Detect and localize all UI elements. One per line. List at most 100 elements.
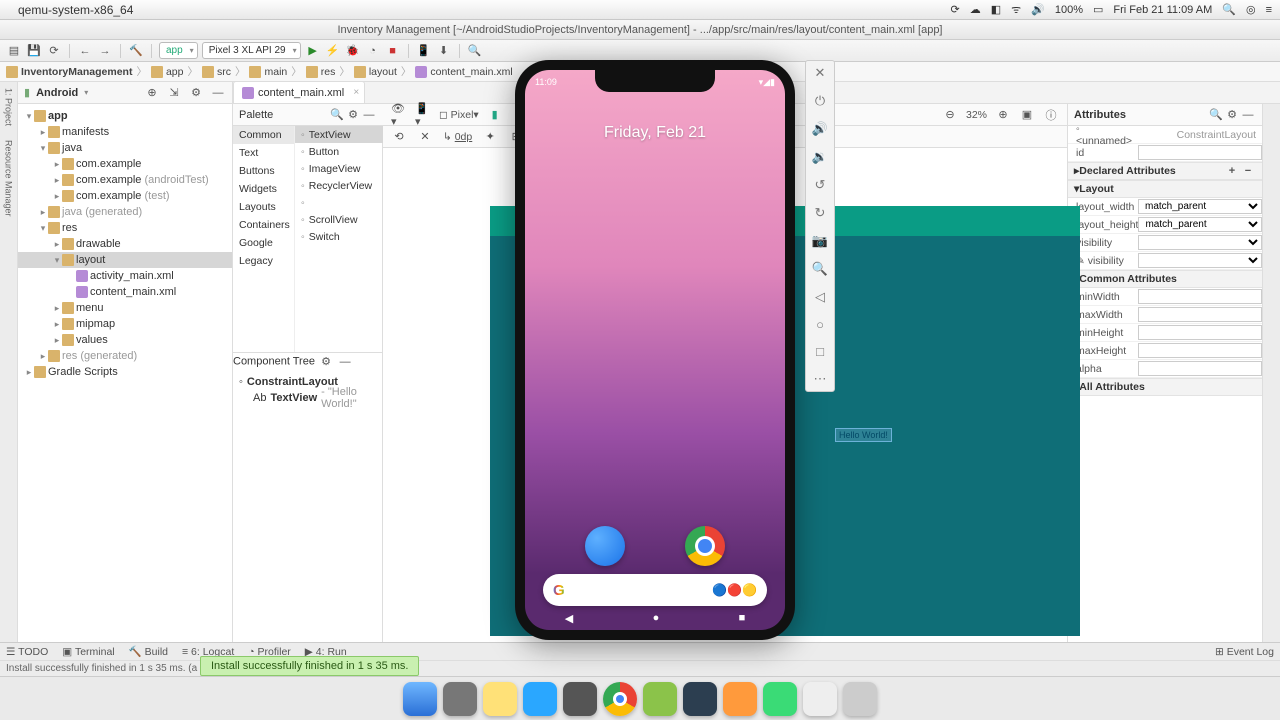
palette-categories[interactable]: CommonTextButtonsWidgetsLayoutsContainer… [233,126,295,352]
palette-category[interactable]: Layouts [233,198,294,216]
back-icon[interactable]: ← [77,43,93,59]
sdk-icon[interactable]: ⬇ [436,43,452,59]
palette-category[interactable]: Google [233,234,294,252]
palette-category[interactable]: Containers [233,216,294,234]
tree-row[interactable]: ▸manifests [18,124,232,140]
crumb[interactable]: res [306,66,336,78]
palette-item[interactable]: ◦ [295,194,383,211]
palette-item[interactable]: ◦ RecyclerView [295,177,383,194]
autoconnect-icon[interactable]: ⟲ [391,129,407,145]
palette-item[interactable]: ◦ Button [295,143,383,160]
tree-row[interactable]: content_main.xml [18,284,232,300]
wifi-icon[interactable]: ᯤ [1011,2,1021,17]
tree-row[interactable]: ▸com.example (androidTest) [18,172,232,188]
crumb[interactable]: content_main.xml [415,66,512,78]
emulator-control-icon[interactable]: ↺ [815,177,826,193]
infer-icon[interactable]: ✦ [482,129,498,145]
spotlight-icon[interactable]: 🔍 [1222,3,1236,16]
siri-icon[interactable]: ◎ [1246,3,1256,16]
notification-icon[interactable]: ≡ [1266,4,1272,16]
chrome-app-icon[interactable] [685,526,725,566]
palette-item[interactable]: ◦ ImageView [295,160,383,177]
zoom-in-icon[interactable]: ⊕ [995,107,1011,123]
tab-build[interactable]: 🔨 Build [129,645,168,658]
palette-item[interactable]: ◦ TextView [295,126,383,143]
palette-item[interactable]: ◦ ScrollView [295,211,383,228]
tree-row[interactable]: ▸com.example [18,156,232,172]
gear-icon[interactable]: ⚙ [1224,107,1240,123]
project-tree[interactable]: ▾app▸manifests▾java▸com.example▸com.exam… [18,104,232,642]
zoom-out-icon[interactable]: ⊖ [942,107,958,123]
search-icon[interactable]: 🔍 [467,43,483,59]
crumb[interactable]: layout [354,66,397,78]
open-icon[interactable]: ▤ [6,43,22,59]
crumb[interactable]: src [202,66,231,78]
layout-width-select[interactable]: match_parent [1138,199,1262,214]
add-icon[interactable]: + [1224,163,1240,179]
assistant-icon[interactable]: 🔵🔴🟡 [712,583,757,597]
id-input[interactable] [1138,145,1262,160]
tree-row[interactable]: activity_main.xml [18,268,232,284]
menubar-icon[interactable]: ◧ [991,3,1001,16]
hide-icon[interactable]: — [361,107,377,123]
avd-icon[interactable]: 📱 [416,43,432,59]
build-icon[interactable]: 🔨 [128,43,144,59]
crumb[interactable]: InventoryManagement [6,66,132,78]
run-icon[interactable]: ▶ [305,43,321,59]
sublime-icon[interactable] [723,682,757,716]
tree-child[interactable]: Ab TextView- "Hello World!" [239,390,376,406]
phone-screen[interactable]: 11:09▾◢▮ Friday, Feb 21 G🔵🔴🟡 ◀●■ [525,70,785,630]
nav-home-icon[interactable]: ● [653,612,660,624]
palette-items[interactable]: ◦ TextView◦ Button◦ ImageView◦ RecyclerV… [295,126,383,352]
locate-icon[interactable]: ⊕ [144,85,160,101]
nav-back-icon[interactable]: ◀ [565,612,573,625]
nav-recent-icon[interactable]: ■ [739,612,746,624]
search-icon[interactable]: 🔍 [329,107,345,123]
tree-row[interactable]: ▾app [18,108,232,124]
finder-icon[interactable] [403,682,437,716]
sync-icon[interactable]: ⟳ [46,43,62,59]
default-margin[interactable]: ↳ 0dp [443,131,472,143]
event-log[interactable]: ⊞ Event Log [1215,646,1274,658]
battery-icon[interactable]: ▭ [1093,3,1103,16]
warnings-icon[interactable]: ⓘ [1043,107,1059,123]
emulator-control-icon[interactable]: ⏻ [815,93,825,109]
gear-icon[interactable]: ⚙ [318,353,334,369]
trash-icon[interactable] [843,682,877,716]
gear-icon[interactable]: ⚙ [188,85,204,101]
emulator-control-icon[interactable]: ○ [816,317,824,332]
palette-category[interactable]: Legacy [233,252,294,270]
tree-row[interactable]: ▸menu [18,300,232,316]
visibility-select[interactable] [1138,235,1262,250]
emulator-control-icon[interactable]: □ [816,344,824,359]
hide-icon[interactable]: — [210,85,226,101]
tree-row[interactable]: ▸mipmap [18,316,232,332]
volume-icon[interactable]: 🔊 [1031,3,1045,16]
google-search-bar[interactable]: G🔵🔴🟡 [543,574,767,606]
crumb[interactable]: main [249,66,287,78]
emulator-control-icon[interactable]: 🔍 [812,261,828,277]
tree-row[interactable]: ▾layout [18,252,232,268]
rail-project[interactable]: 1: Project [4,88,14,126]
save-icon[interactable]: 💾 [26,43,42,59]
collapse-icon[interactable]: ⇲ [166,85,182,101]
notes-icon[interactable] [483,682,517,716]
eye-icon[interactable]: 👁▾ [391,107,407,123]
device-combo[interactable]: Pixel 3 XL API 29 [202,42,301,59]
remove-icon[interactable]: − [1240,163,1256,179]
menubar-clock[interactable]: Fri Feb 21 11:09 AM [1113,4,1212,16]
close-icon[interactable]: × [353,87,359,98]
run-config-combo[interactable]: app [159,42,198,59]
clipboard-icon[interactable] [803,682,837,716]
search-icon[interactable]: 🔍 [1208,107,1224,123]
messages-app-icon[interactable] [585,526,625,566]
chrome-dock-icon[interactable] [603,682,637,716]
textview-hello[interactable]: Hello World! [835,428,892,442]
tab-terminal[interactable]: ▣ Terminal [62,646,114,658]
emulator-control-icon[interactable]: 🔉 [812,149,828,165]
zoom-fit-icon[interactable]: ▣ [1019,107,1035,123]
editor-tab[interactable]: content_main.xml × [233,81,365,103]
tree-row[interactable]: ▸values [18,332,232,348]
tree-row[interactable]: ▸drawable [18,236,232,252]
palette-category[interactable]: Buttons [233,162,294,180]
